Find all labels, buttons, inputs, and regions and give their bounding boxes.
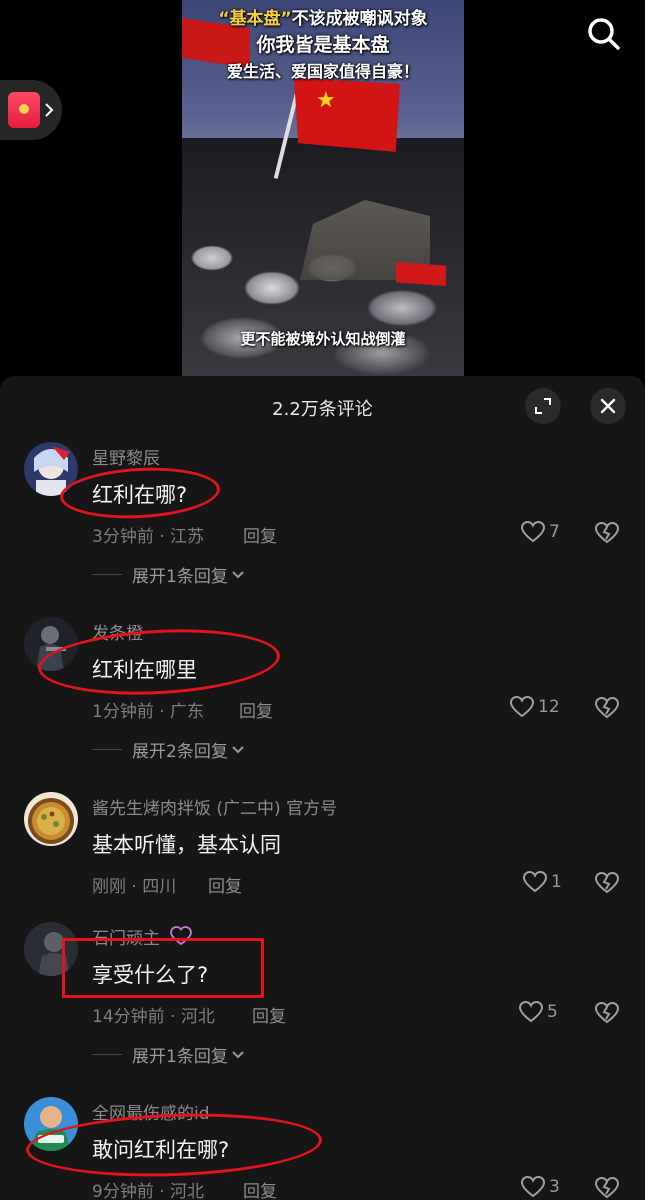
red-packet-icon — [8, 92, 40, 128]
comment-meta: 9分钟前 · 河北 — [92, 1182, 205, 1200]
chevron-down-icon — [232, 1050, 244, 1058]
like-button[interactable]: 5 — [519, 998, 558, 1026]
comment-item: 发条橙 红利在哪里 1分钟前 · 广东 回复 12 展开2条回复 — [0, 617, 645, 767]
comment-panel: 2.2万条评论 星野黎辰 红利在哪? 3分钟前 · 江苏 回复 7 展开1条回复… — [0, 376, 645, 1200]
flag-main: ★ — [294, 78, 400, 152]
chevron-down-icon — [232, 745, 244, 753]
heart-badge-icon — [170, 926, 192, 946]
dislike-icon[interactable] — [594, 694, 620, 720]
video-title-line3: 爱生活、爱国家值得自豪！ — [226, 62, 419, 81]
comment-text: 基本听懂，基本认同 — [92, 833, 281, 857]
like-count: 3 — [549, 1177, 560, 1197]
comment-item: 石门顽主 享受什么了? 14分钟前 · 河北 回复 5 展开1条回复 — [0, 922, 645, 1072]
avatar-image — [24, 922, 78, 976]
expand-replies-label: 展开2条回复 — [132, 742, 228, 762]
comment-meta: 14分钟前 · 河北 — [92, 1007, 215, 1027]
expand-replies-label: 展开1条回复 — [132, 1047, 228, 1067]
comment-username[interactable]: 石门顽主 — [92, 924, 160, 949]
divider — [92, 574, 122, 575]
expand-replies-label: 展开1条回复 — [132, 567, 228, 587]
comment-text: 红利在哪? — [92, 483, 188, 507]
reply-button[interactable]: 回复 — [243, 1177, 277, 1200]
avatar[interactable] — [24, 922, 78, 976]
dislike-icon[interactable] — [594, 869, 620, 895]
comment-item: 星野黎辰 红利在哪? 3分钟前 · 江苏 回复 7 展开1条回复 — [0, 442, 645, 592]
star-icon: ★ — [316, 88, 336, 113]
comment-meta: 3分钟前 · 江苏 — [92, 527, 205, 547]
video-title-rest: 不该成被嘲讽对象 — [291, 9, 428, 29]
expand-panel-button[interactable] — [525, 388, 561, 424]
dislike-icon[interactable] — [594, 519, 620, 545]
video-frame[interactable]: ★ “基本盘”不该成被嘲讽对象 你我皆是基本盘 爱生活、爱国家值得自豪！ 更不能… — [182, 0, 464, 378]
like-button[interactable]: 1 — [523, 868, 562, 896]
like-button[interactable]: 3 — [521, 1173, 560, 1200]
dislike-icon[interactable] — [594, 1174, 620, 1200]
reply-button[interactable]: 回复 — [239, 697, 273, 722]
comment-meta: 1分钟前 · 广东 — [92, 702, 205, 722]
avatar-image — [24, 792, 78, 846]
video-area[interactable]: ★ “基本盘”不该成被嘲讽对象 你我皆是基本盘 爱生活、爱国家值得自豪！ 更不能… — [0, 0, 645, 378]
reply-button[interactable]: 回复 — [208, 872, 242, 897]
heart-icon — [521, 1176, 545, 1198]
avatar[interactable] — [24, 442, 78, 496]
avatar[interactable] — [24, 792, 78, 846]
expand-replies-button[interactable]: 展开1条回复 — [92, 562, 244, 587]
reply-button[interactable]: 回复 — [243, 522, 277, 547]
like-count: 7 — [549, 522, 560, 542]
search-icon — [588, 18, 620, 50]
expand-replies-button[interactable]: 展开1条回复 — [92, 1042, 244, 1067]
close-panel-button[interactable] — [590, 388, 626, 424]
dislike-icon[interactable] — [594, 999, 620, 1025]
comment-meta: 刚刚 · 四川 — [92, 877, 177, 897]
avatar-image — [24, 442, 78, 496]
avatar-image — [24, 617, 78, 671]
heart-icon — [510, 696, 534, 718]
avatar[interactable] — [24, 617, 78, 671]
like-button[interactable]: 7 — [521, 518, 560, 546]
comment-username[interactable]: 酱先生烤肉拌饭 (广二中) 官方号 — [92, 794, 337, 819]
close-icon — [600, 398, 616, 414]
red-packet-button[interactable] — [0, 80, 62, 140]
chevron-right-icon — [45, 103, 54, 117]
chevron-down-icon — [232, 570, 244, 578]
video-title-line1: “基本盘”不该成被嘲讽对象 — [182, 4, 464, 29]
like-count: 12 — [538, 697, 560, 717]
comment-username[interactable]: 发条橙 — [92, 619, 143, 644]
heart-icon — [519, 1001, 543, 1023]
like-button[interactable]: 12 — [510, 693, 560, 721]
comment-text: 红利在哪里 — [92, 658, 197, 682]
divider — [92, 749, 122, 750]
divider — [92, 1054, 122, 1055]
like-count: 5 — [547, 1002, 558, 1022]
search-button[interactable] — [584, 14, 624, 54]
heart-icon — [523, 871, 547, 893]
comment-text: 敢问红利在哪? — [92, 1138, 230, 1162]
video-title-quote: “基本盘” — [218, 9, 292, 29]
comment-username[interactable]: 星野黎辰 — [92, 444, 160, 469]
comment-text: 享受什么了? — [92, 963, 209, 987]
comment-item: 全网最伤感的id 敢问红利在哪? 9分钟前 · 河北 回复 3 — [0, 1097, 645, 1200]
comment-item: 酱先生烤肉拌饭 (广二中) 官方号 基本听懂，基本认同 刚刚 · 四川 回复 1 — [0, 792, 645, 902]
avatar-image — [24, 1097, 78, 1151]
video-subtitle: 更不能被境外认知战倒灌 — [240, 330, 406, 348]
reply-button[interactable]: 回复 — [252, 1002, 286, 1027]
avatar[interactable] — [24, 1097, 78, 1151]
comment-username[interactable]: 全网最伤感的id — [92, 1099, 210, 1124]
like-count: 1 — [551, 872, 562, 892]
flag-small — [396, 262, 446, 286]
video-title-line2: 你我皆是基本盘 — [256, 34, 390, 56]
heart-icon — [521, 521, 545, 543]
expand-replies-button[interactable]: 展开2条回复 — [92, 737, 244, 762]
expand-icon — [535, 398, 551, 414]
panel-header: 2.2万条评论 — [0, 376, 645, 436]
